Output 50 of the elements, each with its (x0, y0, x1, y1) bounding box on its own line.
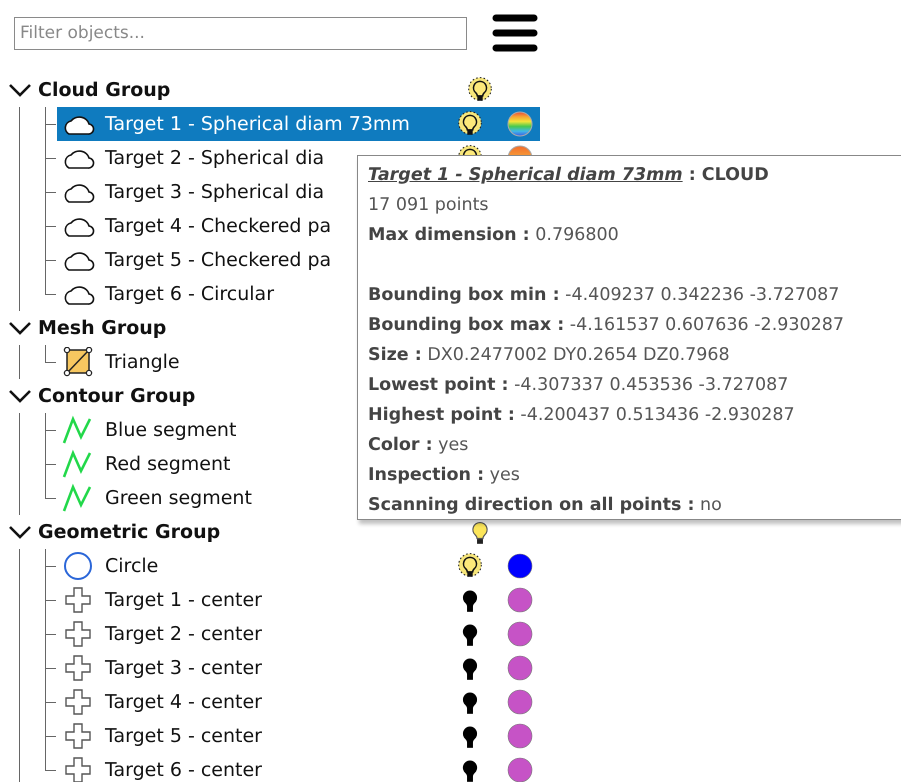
tooltip-line: Highest point : -4.200437 0.513436 -2.930287 (368, 404, 796, 427)
tooltip-line: Bounding box min : -4.409237 0.342236 -3.727087 (368, 284, 840, 307)
chevron-icon[interactable] (8, 82, 32, 98)
tree-branch-line (45, 209, 56, 243)
tree-item[interactable]: Target 4 - center (57, 685, 540, 719)
tree-branch-line (45, 549, 56, 583)
lightbulb-icon[interactable] (466, 76, 494, 104)
color-dot[interactable] (507, 587, 533, 613)
circle-icon (61, 551, 95, 581)
tree-item[interactable]: Circle (57, 549, 540, 583)
menu-icon[interactable] (491, 13, 539, 53)
chevron-icon[interactable] (8, 524, 32, 540)
group-label[interactable]: Geometric Group (38, 521, 460, 543)
color-dot[interactable] (507, 723, 533, 749)
lightbulb-icon[interactable] (456, 552, 484, 580)
tooltip-line: Bounding box max : -4.161537 0.607636 -2.930287 (368, 314, 846, 337)
color-dot[interactable] (507, 553, 533, 579)
tree-item[interactable]: Target 2 - center (57, 617, 540, 651)
mesh-icon (61, 347, 95, 377)
tooltip-line: Lowest point : -4.307337 0.453536 -3.727087 (368, 374, 790, 397)
tree-branch-line (45, 583, 56, 617)
tooltip-line: Color : yes (368, 434, 470, 457)
tree-branch-line (45, 175, 56, 209)
tree-item[interactable]: Target 1 - center (57, 583, 540, 617)
tooltip-line: 17 091 points (368, 194, 490, 217)
tree-item[interactable]: Target 5 - center (57, 719, 540, 753)
lightbulb-icon[interactable] (470, 519, 490, 545)
tree-branch-line (45, 413, 56, 447)
color-scale-dot[interactable] (507, 111, 533, 137)
group-label[interactable]: Cloud Group (38, 79, 460, 101)
chevron-icon[interactable] (8, 320, 32, 336)
color-dot[interactable] (507, 655, 533, 681)
tree-branch-line (45, 141, 56, 175)
chevron-icon[interactable] (8, 388, 32, 404)
tree-branch-line (45, 651, 56, 685)
tree-branch-line (45, 107, 56, 141)
tooltip-line: Size : DX0.2477002 DY0.2654 DZ0.7968 (368, 344, 731, 367)
tree-branch-line (45, 345, 56, 363)
tree-item[interactable]: Target 1 - Spherical diam 73mm (57, 107, 540, 141)
tree-branch-line (45, 685, 56, 719)
tooltip-line: Inspection : yes (368, 464, 521, 487)
tooltip-title: Target 1 - Spherical diam 73mm : CLOUD (368, 164, 770, 187)
tooltip-line: Scanning direction on all points : no (368, 494, 723, 517)
lightbulb-icon[interactable] (456, 110, 484, 138)
tree-item[interactable]: Target 3 - center (57, 651, 540, 685)
tree-branch-line (45, 617, 56, 651)
color-dot[interactable] (507, 621, 533, 647)
tree-item[interactable]: Target 6 - center (57, 753, 540, 782)
color-dot[interactable] (507, 689, 533, 715)
filter-field[interactable]: Filter objects... (14, 16, 467, 50)
